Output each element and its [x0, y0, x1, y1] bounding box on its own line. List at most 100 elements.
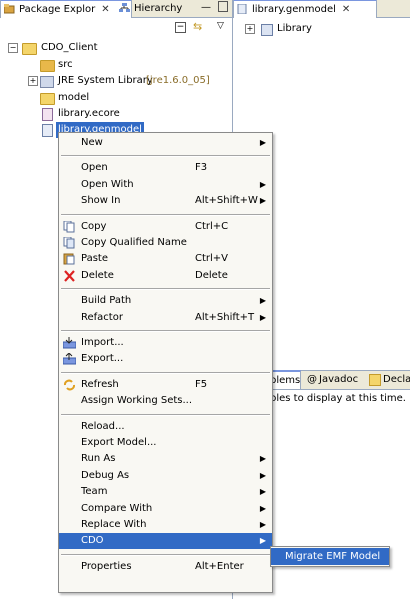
menu-item-properties[interactable]: Properties Alt+Enter [59, 559, 272, 575]
refresh-icon [63, 379, 76, 391]
menu-item-export[interactable]: Export... [59, 351, 272, 367]
tab-declaration[interactable]: Decla [367, 371, 410, 388]
maximize-icon[interactable] [218, 1, 228, 12]
submenu-arrow-icon: ▶ [259, 196, 266, 206]
tab-library-genmodel[interactable]: library.genmodel ✕ [233, 0, 377, 18]
expand-icon[interactable]: + [245, 24, 255, 34]
submenu-arrow-icon: ▶ [259, 520, 266, 529]
menu-separator [61, 288, 270, 291]
menu-item-shortcut: Alt+Enter [195, 560, 244, 572]
menu-separator [61, 413, 270, 416]
menu-item-label: Export... [81, 353, 124, 365]
menu-item-shortcut: Ctrl+C [195, 220, 229, 232]
menu-item-label: Compare With [81, 502, 153, 514]
submenu-arrow-icon: ▶ [259, 503, 266, 513]
menu-item-label: New [81, 137, 103, 148]
menu-item-assign-working-sets[interactable]: Assign Working Sets... [59, 393, 272, 409]
tab-label: Javadoc [319, 374, 359, 385]
submenu-arrow-icon: ▶ [259, 138, 266, 147]
tree-item-label: CDO_Client [41, 42, 98, 53]
link-with-editor-icon[interactable]: ⇆ [193, 20, 202, 33]
menu-item-replace-with[interactable]: Replace With ▶ [59, 517, 272, 533]
menu-item-export-model[interactable]: Export Model... [59, 435, 272, 451]
context-menu: New ▶ Open F3 Open With ▶ Show In Alt+Shift+W ▶ C… [58, 132, 273, 593]
submenu-arrow-icon: ▶ [259, 536, 266, 546]
project-icon [22, 43, 37, 60]
cdo-submenu: Migrate EMF Model [270, 546, 390, 567]
submenu-arrow-icon: ▶ [259, 454, 266, 464]
menu-separator [61, 371, 270, 374]
minimize-icon[interactable]: — [201, 2, 211, 13]
menu-item-copy[interactable]: Copy Ctrl+C [59, 219, 272, 235]
menu-separator [61, 213, 270, 216]
menu-item-refactor[interactable]: Refactor Alt+Shift+T ▶ [59, 310, 272, 326]
menu-item-shortcut: Alt+Shift+W [195, 195, 258, 207]
menu-item-paste[interactable]: Paste Ctrl+V [59, 251, 272, 267]
menu-item-debug-as[interactable]: Debug As ▶ [59, 468, 272, 484]
submenu-arrow-icon: ▶ [259, 312, 266, 322]
close-icon[interactable]: ✕ [342, 1, 350, 18]
menu-item-label: Build Path [81, 295, 132, 307]
menu-item-label: Replace With [81, 519, 147, 530]
menu-item-show-in[interactable]: Show In Alt+Shift+W ▶ [59, 193, 272, 209]
export-icon [62, 352, 77, 365]
menu-item-shortcut: F5 [195, 378, 208, 390]
menu-item-label: Team [81, 486, 108, 498]
menu-item-label: CDO [81, 535, 104, 547]
menu-separator [61, 330, 270, 332]
paste-icon [63, 253, 76, 265]
submenu-arrow-icon: ▶ [259, 487, 266, 497]
menu-item-label: Delete [81, 269, 114, 281]
menu-item-label: Refactor [81, 311, 123, 323]
delete-icon [63, 270, 76, 282]
collapse-icon[interactable]: − [8, 43, 18, 53]
menu-item-new[interactable]: New ▶ [59, 135, 272, 151]
menu-item-copy-qualified-name[interactable]: Copy Qualified Name [59, 235, 272, 251]
tab-package-explorer[interactable]: Package Explor ✕ [0, 0, 132, 18]
package-icon [261, 24, 273, 36]
submenu-arrow-icon: ▶ [259, 179, 266, 189]
at-icon: @ [307, 374, 317, 385]
menu-item-open-with[interactable]: Open With ▶ [59, 177, 272, 193]
menu-item-refresh[interactable]: Refresh F5 [59, 377, 272, 393]
menu-item-label: Properties [81, 560, 132, 572]
tab-hierarchy[interactable]: Hierarchy [116, 0, 210, 17]
collapse-all-icon[interactable]: − [175, 22, 186, 33]
menu-item-label: Refresh [81, 378, 119, 390]
view-menu-icon[interactable]: ▽ [217, 21, 224, 31]
tree-item-jre[interactable]: + JRE System Library [jre1.6.0_05] [28, 73, 232, 89]
menu-item-label: Copy [81, 220, 107, 232]
menu-item-cdo[interactable]: CDO ▶ [59, 533, 272, 550]
menu-item-open[interactable]: Open F3 [59, 160, 272, 176]
ecore-file-icon [42, 108, 53, 121]
menu-item-shortcut: Ctrl+V [195, 253, 229, 265]
menu-item-build-path[interactable]: Build Path ▶ [59, 293, 272, 309]
genmodel-file-icon [42, 124, 53, 137]
menu-separator [61, 155, 270, 158]
menu-item-migrate-emf-model[interactable]: Migrate EMF Model [271, 548, 389, 565]
tree-item-label: library.ecore [58, 108, 120, 119]
menu-item-label: Open [81, 162, 108, 174]
menu-item-label: Open With [81, 178, 134, 190]
close-icon[interactable]: ✕ [101, 1, 109, 18]
declaration-icon [369, 374, 381, 386]
tab-label: Decla [383, 374, 410, 385]
genmodel-file-icon [237, 4, 247, 14]
tree-item-label: src [58, 59, 73, 70]
menu-item-compare-with[interactable]: Compare With ▶ [59, 501, 272, 517]
menu-item-import[interactable]: Import... [59, 335, 272, 351]
bottom-message: soles to display at this time. [265, 393, 406, 404]
expand-icon[interactable]: + [28, 76, 38, 86]
library-icon [40, 76, 54, 88]
tab-package-explorer-label: Package Explor [19, 4, 96, 15]
menu-item-delete[interactable]: Delete Delete [59, 268, 272, 284]
tab-hierarchy-label: Hierarchy [134, 3, 183, 14]
view-toolbar: − ⇆ ▽ [0, 18, 232, 36]
menu-item-team[interactable]: Team ▶ [59, 484, 272, 500]
submenu-arrow-icon: ▶ [259, 470, 266, 480]
menu-item-reload[interactable]: Reload... [59, 419, 272, 435]
package-explorer-icon [4, 4, 15, 14]
menu-item-run-as[interactable]: Run As ▶ [59, 451, 272, 467]
menu-item-label: Assign Working Sets... [81, 395, 193, 407]
copy-qualified-name-icon [63, 236, 76, 249]
